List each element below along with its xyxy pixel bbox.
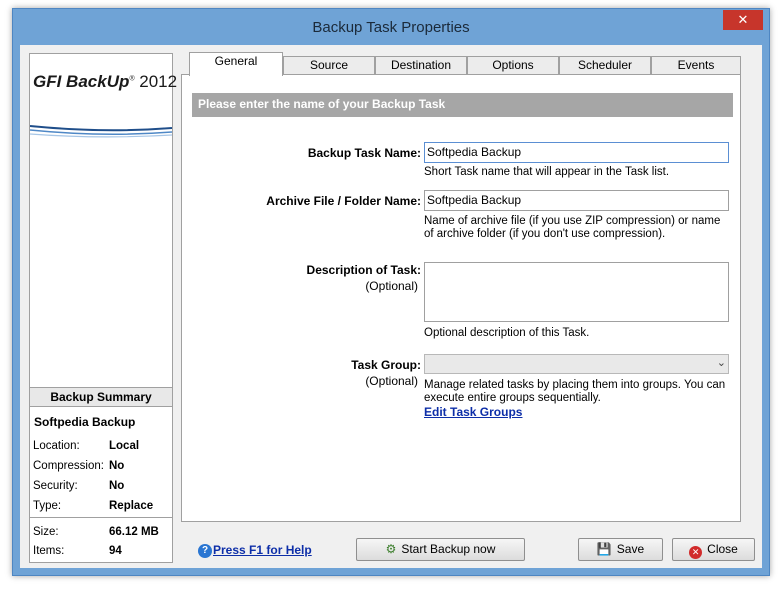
- task-name-label: Backup Task Name:: [307, 146, 421, 160]
- chevron-down-icon: ⌄: [716, 357, 726, 369]
- tab-destination[interactable]: Destination: [375, 56, 467, 74]
- task-name-hint: Short Task name that will appear in the …: [424, 166, 670, 178]
- summary-row: Location: Local: [33, 440, 139, 452]
- start-backup-button[interactable]: ⚙ Start Backup now: [356, 538, 525, 561]
- archive-name-label: Archive File / Folder Name:: [266, 194, 421, 208]
- summary-key: Type:: [33, 500, 62, 512]
- summary-value: 94: [109, 545, 122, 557]
- task-name-input[interactable]: Softpedia Backup: [424, 142, 729, 163]
- tab-options[interactable]: Options: [467, 56, 559, 74]
- task-group-label: Task Group:: [351, 358, 421, 372]
- save-label: Save: [616, 542, 645, 556]
- summary-value: No: [109, 460, 125, 472]
- summary-value: No: [109, 480, 125, 492]
- floppy-disk-icon: 💾: [596, 542, 612, 556]
- summary-task-name: Softpedia Backup: [34, 415, 136, 429]
- save-button[interactable]: 💾 Save: [578, 538, 663, 561]
- summary-value: 66.12 MB: [109, 526, 159, 538]
- logo-year: 2012: [139, 72, 178, 91]
- description-label: Description of Task:: [306, 263, 421, 277]
- summary-size-row: Size: 66.12 MB: [33, 526, 159, 538]
- close-icon: ✕: [689, 546, 703, 559]
- section-banner: Please enter the name of your Backup Tas…: [192, 93, 733, 117]
- close-button[interactable]: ✕ Close: [672, 538, 755, 561]
- description-hint: Optional description of this Task.: [424, 327, 590, 339]
- edit-task-groups-link[interactable]: Edit Task Groups: [424, 405, 522, 419]
- summary-row: Security: No: [33, 480, 124, 492]
- backup-summary-heading: Backup Summary: [30, 387, 172, 407]
- summary-row: Compression: No: [33, 460, 124, 472]
- summary-divider: [30, 517, 172, 518]
- tab-source[interactable]: Source: [283, 56, 375, 74]
- logo-swoosh-icon: [30, 125, 172, 138]
- summary-key: Location:: [33, 440, 80, 452]
- summary-row: Type: Replace: [33, 500, 153, 512]
- start-backup-icon: ⚙: [385, 542, 397, 556]
- logo-superscript: ®: [129, 75, 135, 83]
- task-group-hint-line2: execute entire groups sequentially.: [424, 392, 601, 404]
- gfi-backup-logo: GFI BackUp® 2012: [33, 72, 177, 92]
- description-optional-label: (Optional): [365, 279, 418, 293]
- task-group-select[interactable]: ⌄: [424, 354, 729, 374]
- close-label: Close: [707, 542, 738, 556]
- archive-name-hint-line1: Name of archive file (if you use ZIP com…: [424, 215, 721, 227]
- task-group-optional-label: (Optional): [365, 374, 418, 388]
- summary-panel: GFI BackUp® 2012 Backup Summary Softpedi…: [29, 53, 177, 563]
- general-tab-panel: Please enter the name of your Backup Tas…: [181, 74, 741, 522]
- description-textarea[interactable]: [424, 262, 729, 322]
- archive-name-hint-line2: of archive folder (if you don't use comp…: [424, 228, 666, 240]
- summary-key: Items:: [33, 545, 65, 557]
- logo-brand: GFI BackUp: [33, 72, 130, 91]
- press-f1-help-link[interactable]: Press F1 for Help: [213, 543, 312, 557]
- task-group-hint-line1: Manage related tasks by placing them int…: [424, 379, 726, 391]
- dialog-client-area: GFI BackUp® 2012 Backup Summary Softpedi…: [20, 45, 762, 568]
- start-backup-label: Start Backup now: [401, 542, 496, 556]
- summary-key: Size:: [33, 526, 59, 538]
- summary-key: Compression:: [33, 460, 104, 472]
- backup-task-properties-window: Backup Task Properties ✕ GFI BackUp® 201…: [12, 8, 770, 576]
- window-close-icon[interactable]: ✕: [723, 10, 763, 30]
- summary-items-row: Items: 94: [33, 545, 122, 557]
- tab-events[interactable]: Events: [651, 56, 741, 74]
- summary-value: Replace: [109, 500, 154, 512]
- summary-value: Local: [109, 440, 140, 452]
- help-icon[interactable]: ?: [198, 544, 212, 558]
- tab-scheduler[interactable]: Scheduler: [559, 56, 651, 74]
- window-title: Backup Task Properties: [312, 19, 470, 36]
- tab-general[interactable]: General: [189, 52, 283, 76]
- archive-name-input[interactable]: Softpedia Backup: [424, 190, 729, 211]
- summary-key: Security:: [33, 480, 78, 492]
- title-bar[interactable]: Backup Task Properties ✕: [13, 9, 769, 45]
